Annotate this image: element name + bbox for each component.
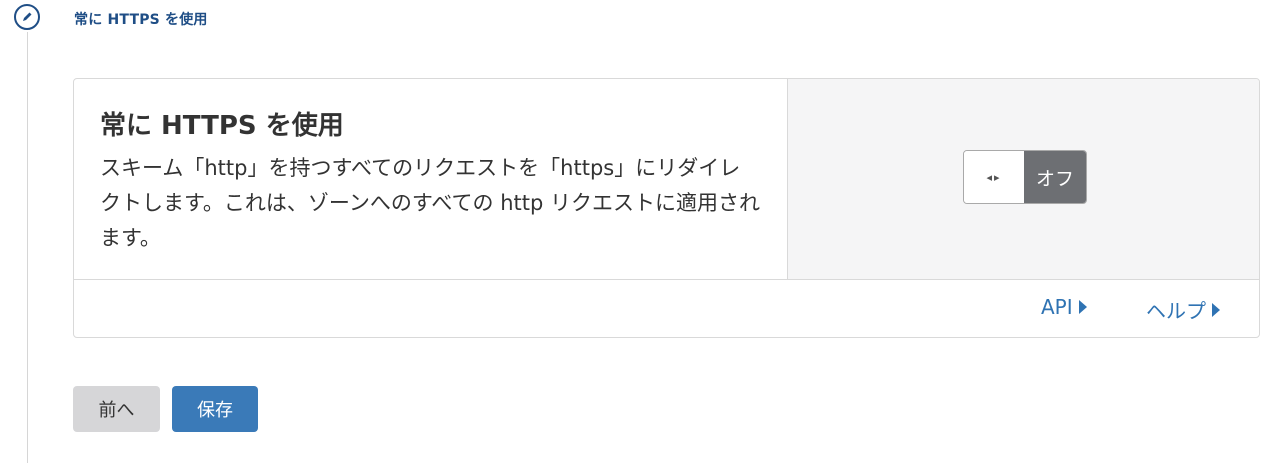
card-control-panel: ◂▸ オフ: [787, 79, 1259, 279]
step-indicator: [14, 4, 40, 30]
caret-right-icon: [1212, 302, 1220, 317]
step-title: 常に HTTPS を使用: [74, 12, 208, 28]
card-content: 常に HTTPS を使用 スキーム「http」を持つすべてのリクエストを「htt…: [74, 79, 787, 279]
card-footer: API ヘルプ: [74, 279, 1259, 337]
toggle-knob-icon[interactable]: ◂▸: [964, 151, 1024, 203]
step-connector-line: [27, 32, 28, 463]
help-link-label[interactable]: ヘルプ: [1146, 295, 1206, 324]
previous-button[interactable]: 前へ: [73, 386, 160, 432]
toggle-state-label[interactable]: オフ: [1024, 151, 1086, 203]
caret-right-icon: [1078, 300, 1087, 314]
save-button[interactable]: 保存: [172, 386, 258, 432]
api-link[interactable]: API: [1041, 295, 1087, 319]
api-link-label[interactable]: API: [1041, 295, 1073, 319]
help-link[interactable]: ヘルプ: [1146, 295, 1220, 324]
setting-card: 常に HTTPS を使用 スキーム「http」を持つすべてのリクエストを「htt…: [73, 78, 1260, 338]
card-description: スキーム「http」を持つすべてのリクエストを「https」にリダイレクトします…: [100, 156, 760, 250]
card-body: 常に HTTPS を使用 スキーム「http」を持つすべてのリクエストを「htt…: [74, 79, 1259, 280]
pencil-icon: [23, 12, 32, 21]
https-toggle[interactable]: ◂▸ オフ: [963, 150, 1087, 204]
page: 常に HTTPS を使用 常に HTTPS を使用 スキーム「http」を持つす…: [0, 0, 1280, 463]
card-title: 常に HTTPS を使用: [100, 111, 344, 141]
